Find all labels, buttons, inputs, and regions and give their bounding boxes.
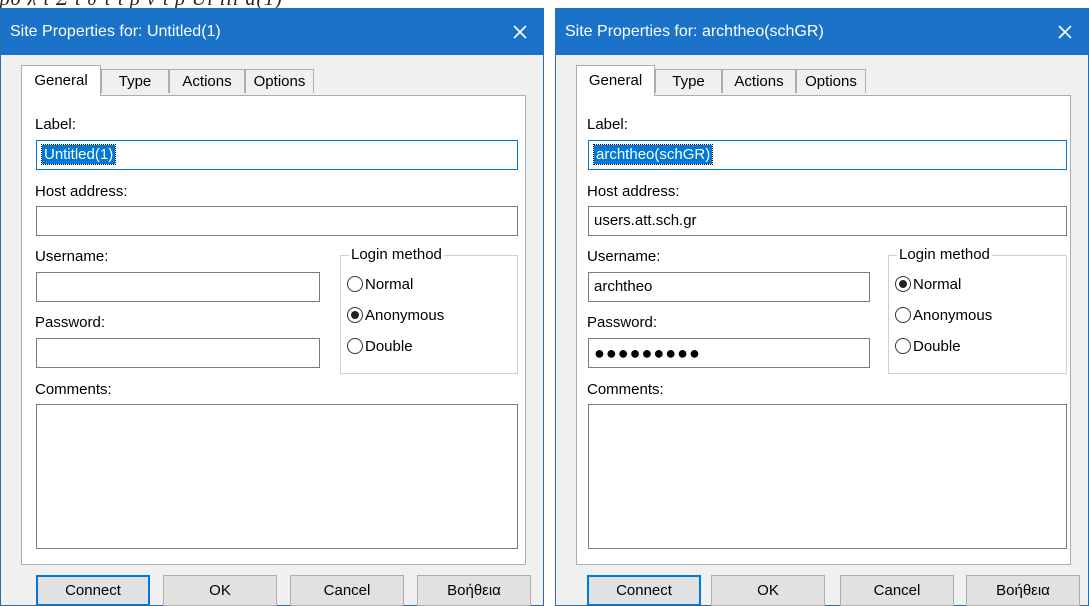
username-field[interactable] <box>36 272 320 302</box>
connect-button[interactable]: Connect <box>587 575 701 606</box>
radio-double-label: Double <box>365 338 413 355</box>
comments-field[interactable] <box>36 404 518 549</box>
radio-double[interactable]: Double <box>347 338 413 360</box>
help-button[interactable]: Βοήθεια <box>417 575 531 606</box>
comments-field[interactable] <box>588 404 1067 549</box>
comments-caption: Comments: <box>35 381 112 398</box>
dialog-title: Site Properties for: Untitled(1) <box>10 23 221 40</box>
radio-normal-label: Normal <box>913 276 962 293</box>
ok-button[interactable]: OK <box>163 575 277 606</box>
login-method-legend: Login method <box>349 246 444 263</box>
radio-anonymous-indicator <box>347 307 363 324</box>
dialog-titlebar[interactable]: Site Properties for: archtheo(schGR) <box>556 9 1088 55</box>
ok-button[interactable]: OK <box>711 575 825 606</box>
host-caption: Host address: <box>587 183 680 200</box>
radio-normal-indicator <box>347 276 363 293</box>
login-method-group: Login method Normal Anonymous Double <box>340 246 518 374</box>
tab-options[interactable]: Options <box>245 69 314 93</box>
cancel-button[interactable]: Cancel <box>840 575 954 606</box>
radio-double-label: Double <box>913 338 961 355</box>
close-icon[interactable] <box>1042 9 1088 55</box>
cancel-button[interactable]: Cancel <box>290 575 404 606</box>
radio-double-indicator <box>895 338 911 355</box>
label-caption: Label: <box>35 116 76 133</box>
radio-anonymous[interactable]: Anonymous <box>895 307 992 329</box>
host-address-field[interactable] <box>36 206 518 236</box>
radio-anonymous[interactable]: Anonymous <box>347 307 444 329</box>
general-panel: Label: archtheo(schGR) Host address: use… <box>576 95 1071 565</box>
radio-normal[interactable]: Normal <box>895 276 961 298</box>
dialog-title: Site Properties for: archtheo(schGR) <box>565 23 824 40</box>
password-caption: Password: <box>35 314 106 331</box>
dialog-titlebar[interactable]: Site Properties for: Untitled(1) <box>1 9 543 55</box>
radio-double-indicator <box>347 338 363 355</box>
general-panel: Label: Untitled(1) Host address: Usernam… <box>21 95 526 565</box>
comments-caption: Comments: <box>587 381 664 398</box>
password-caption: Password: <box>587 314 658 331</box>
tab-type[interactable]: Type <box>655 69 722 93</box>
tab-actions[interactable]: Actions <box>169 69 245 93</box>
radio-double[interactable]: Double <box>895 338 961 360</box>
label-field-value: archtheo(schGR) <box>592 144 714 165</box>
username-field[interactable]: archtheo <box>588 272 870 302</box>
help-button[interactable]: Βοήθεια <box>966 575 1080 606</box>
connect-button[interactable]: Connect <box>36 575 150 606</box>
label-field-value: Untitled(1) <box>40 144 117 165</box>
caption-strip: ρό λ ι Σ ι ύ τ ι ρ ν ι ρ Ui iil d(1) <box>0 0 1089 8</box>
login-method-group: Login method Normal Anonymous Double <box>888 246 1067 374</box>
username-caption: Username: <box>587 248 661 265</box>
tab-actions[interactable]: Actions <box>722 69 796 93</box>
host-caption: Host address: <box>35 183 128 200</box>
site-properties-dialog-archtheo: Site Properties for: archtheo(schGR) Gen… <box>555 8 1089 606</box>
password-field[interactable]: ●●●●●●●●● <box>588 338 870 368</box>
label-caption: Label: <box>587 116 628 133</box>
radio-anonymous-label: Anonymous <box>913 307 993 324</box>
caption-text: ρό λ ι Σ ι ύ τ ι ρ ν ι ρ Ui iil d(1) <box>0 0 283 8</box>
password-field[interactable] <box>36 338 320 368</box>
host-address-field[interactable]: users.att.sch.gr <box>588 206 1067 236</box>
password-dots: ●●●●●●●●● <box>594 343 701 363</box>
radio-normal-indicator <box>895 276 911 293</box>
tab-options[interactable]: Options <box>796 69 866 93</box>
tab-type[interactable]: Type <box>101 69 169 93</box>
login-method-legend: Login method <box>897 246 992 263</box>
radio-normal-label: Normal <box>365 276 414 293</box>
radio-anonymous-indicator <box>895 307 911 324</box>
label-field[interactable]: Untitled(1) <box>36 140 518 170</box>
username-caption: Username: <box>35 248 109 265</box>
tab-general[interactable]: General <box>21 65 101 96</box>
radio-normal[interactable]: Normal <box>347 276 413 298</box>
tab-general[interactable]: General <box>576 65 655 96</box>
label-field[interactable]: archtheo(schGR) <box>588 140 1067 170</box>
close-icon[interactable] <box>497 9 543 55</box>
site-properties-dialog-untitled: Site Properties for: Untitled(1) General… <box>0 8 544 606</box>
radio-anonymous-label: Anonymous <box>365 307 445 324</box>
